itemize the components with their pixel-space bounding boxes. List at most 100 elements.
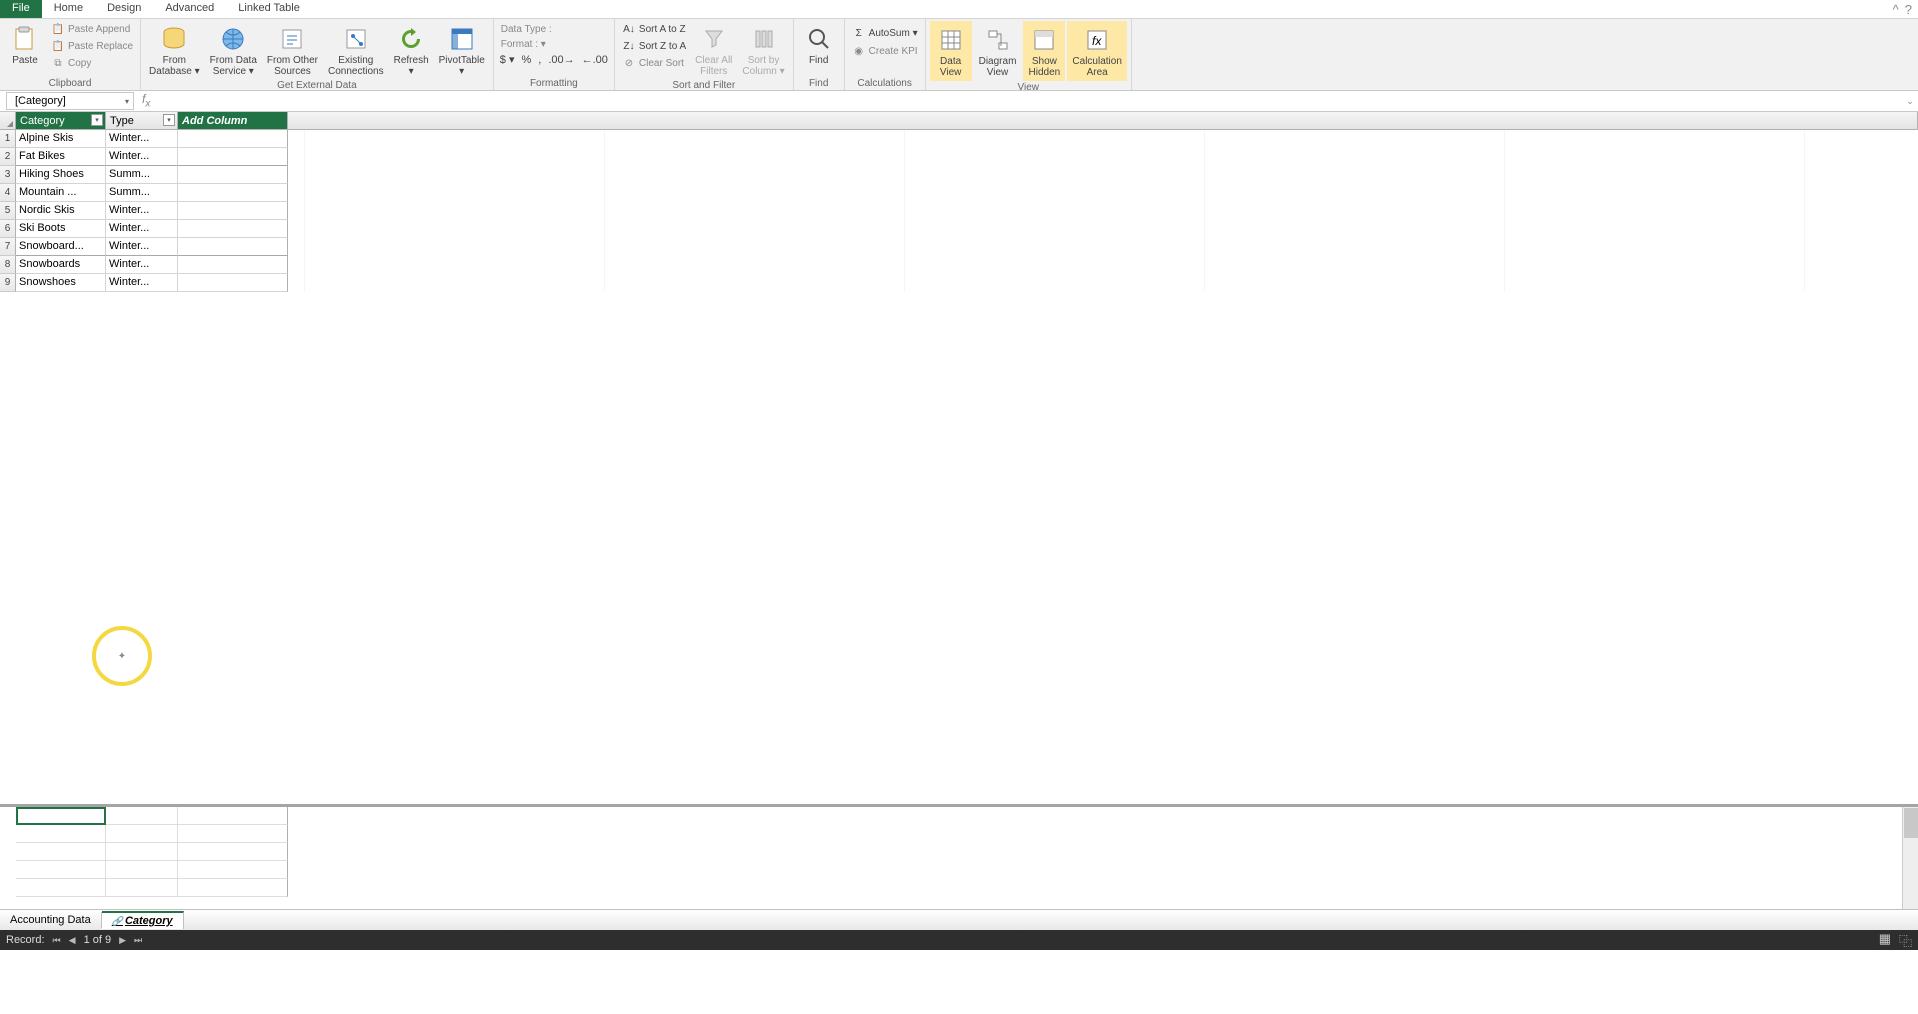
diagram-view-status-icon[interactable]: ⿻	[1899, 931, 1912, 950]
row-number[interactable]: 5	[0, 202, 16, 220]
formula-expand-icon[interactable]: ⌄	[1902, 96, 1918, 107]
collapse-ribbon-icon[interactable]: ^	[1893, 2, 1899, 17]
cell-type[interactable]: Winter...	[106, 274, 178, 292]
from-data-service-button[interactable]: From Data Service ▾	[206, 21, 261, 79]
sort-a-to-z-button[interactable]: A↓Sort A to Z	[619, 21, 689, 37]
fx-icon[interactable]: fx	[134, 92, 158, 109]
calc-cell[interactable]	[106, 825, 178, 843]
find-button[interactable]: Find	[798, 21, 840, 68]
comma-button[interactable]: ,	[536, 54, 543, 66]
row-number[interactable]: 1	[0, 130, 16, 148]
grid-view-icon[interactable]: ▦	[1879, 931, 1891, 950]
cell-type[interactable]: Summ...	[106, 166, 178, 184]
calc-cell[interactable]	[178, 879, 288, 897]
from-other-sources-button[interactable]: From Other Sources	[263, 21, 322, 79]
calc-cell[interactable]	[178, 861, 288, 879]
cell-empty[interactable]	[178, 256, 288, 274]
row-number[interactable]: 3	[0, 166, 16, 184]
calc-cell[interactable]	[106, 879, 178, 897]
record-first-button[interactable]: ⏮	[53, 935, 61, 946]
autosum-button[interactable]: ΣAutoSum ▾	[849, 25, 921, 41]
calc-cell[interactable]	[178, 825, 288, 843]
show-hidden-button[interactable]: Show Hidden	[1023, 21, 1065, 81]
name-box[interactable]: [Category]	[6, 92, 134, 110]
calc-cell[interactable]	[16, 879, 106, 897]
cell-empty[interactable]	[178, 148, 288, 166]
cell-category[interactable]: Snowshoes	[16, 274, 106, 292]
calc-cell[interactable]	[16, 843, 106, 861]
record-prev-button[interactable]: ◀	[69, 935, 76, 946]
cell-type[interactable]: Winter...	[106, 238, 178, 256]
cell-category[interactable]: Alpine Skis	[16, 130, 106, 148]
cell-empty[interactable]	[178, 202, 288, 220]
cell-type[interactable]: Summ...	[106, 184, 178, 202]
cell-type[interactable]: Winter...	[106, 220, 178, 238]
format-dropdown[interactable]: Format : ▾	[498, 38, 549, 51]
paste-append-button[interactable]: 📋Paste Append	[48, 21, 136, 37]
calc-cell[interactable]	[106, 843, 178, 861]
percent-button[interactable]: %	[519, 54, 533, 66]
calculation-area-button[interactable]: fxCalculation Area	[1067, 21, 1126, 81]
vertical-scrollbar[interactable]	[1902, 807, 1918, 909]
calc-cell[interactable]	[16, 825, 106, 843]
create-kpi-button[interactable]: ◉Create KPI	[849, 43, 921, 59]
column-header-category[interactable]: Category	[16, 112, 106, 129]
record-next-button[interactable]: ▶	[119, 935, 126, 946]
scrollbar-thumb[interactable]	[1904, 808, 1918, 838]
formula-input[interactable]	[158, 92, 1902, 110]
from-database-button[interactable]: From Database ▾	[145, 21, 204, 79]
refresh-button[interactable]: Refresh ▾	[390, 21, 433, 79]
sheet-tab-category[interactable]: 🔗Category	[102, 911, 184, 929]
decrease-decimal-button[interactable]: ←.00	[580, 54, 610, 66]
sheet-tab-accounting-data[interactable]: Accounting Data	[0, 912, 102, 928]
cell-category[interactable]: Snowboard...	[16, 238, 106, 256]
cell-category[interactable]: Snowboards	[16, 256, 106, 274]
calc-cell[interactable]	[16, 861, 106, 879]
currency-button[interactable]: $ ▾	[498, 53, 517, 66]
cell-empty[interactable]	[178, 130, 288, 148]
filter-dropdown-type[interactable]	[163, 114, 175, 126]
clear-sort-button[interactable]: ⊘Clear Sort	[619, 55, 689, 71]
cell-empty[interactable]	[178, 166, 288, 184]
data-view-button[interactable]: Data View	[930, 21, 972, 81]
row-number[interactable]: 7	[0, 238, 16, 256]
cell-empty[interactable]	[178, 184, 288, 202]
pivottable-button[interactable]: PivotTable ▾	[435, 21, 489, 79]
cell-category[interactable]: Fat Bikes	[16, 148, 106, 166]
copy-button[interactable]: ⧉Copy	[48, 55, 136, 71]
paste-button[interactable]: Paste	[4, 21, 46, 68]
data-type-dropdown[interactable]: Data Type :	[498, 23, 555, 36]
cell-empty[interactable]	[178, 238, 288, 256]
tab-file[interactable]: File	[0, 0, 42, 18]
add-column-header[interactable]: Add Column	[178, 112, 288, 129]
select-all-corner[interactable]	[0, 112, 16, 129]
calc-cell[interactable]	[106, 807, 178, 825]
row-number[interactable]: 8	[0, 256, 16, 274]
cell-type[interactable]: Winter...	[106, 148, 178, 166]
row-number[interactable]: 9	[0, 274, 16, 292]
calc-cell[interactable]	[106, 861, 178, 879]
tab-advanced[interactable]: Advanced	[153, 0, 226, 18]
cell-category[interactable]: Hiking Shoes	[16, 166, 106, 184]
tab-design[interactable]: Design	[95, 0, 153, 18]
cell-category[interactable]: Ski Boots	[16, 220, 106, 238]
column-header-type[interactable]: Type	[106, 112, 178, 129]
cell-empty[interactable]	[178, 274, 288, 292]
calc-cell[interactable]	[178, 843, 288, 861]
row-number[interactable]: 2	[0, 148, 16, 166]
calc-cell-selected[interactable]	[16, 807, 106, 825]
sort-by-column-button[interactable]: Sort by Column ▾	[738, 21, 788, 79]
existing-connections-button[interactable]: Existing Connections	[324, 21, 388, 79]
cell-type[interactable]: Winter...	[106, 130, 178, 148]
row-number[interactable]: 6	[0, 220, 16, 238]
record-last-button[interactable]: ⏭	[134, 935, 142, 946]
cell-category[interactable]: Nordic Skis	[16, 202, 106, 220]
calc-cell[interactable]	[178, 807, 288, 825]
tab-linked-table[interactable]: Linked Table	[226, 0, 312, 18]
filter-dropdown-category[interactable]	[91, 114, 103, 126]
row-number[interactable]: 4	[0, 184, 16, 202]
tab-home[interactable]: Home	[42, 0, 95, 18]
cell-type[interactable]: Winter...	[106, 202, 178, 220]
diagram-view-button[interactable]: Diagram View	[974, 21, 1022, 81]
cell-category[interactable]: Mountain ...	[16, 184, 106, 202]
